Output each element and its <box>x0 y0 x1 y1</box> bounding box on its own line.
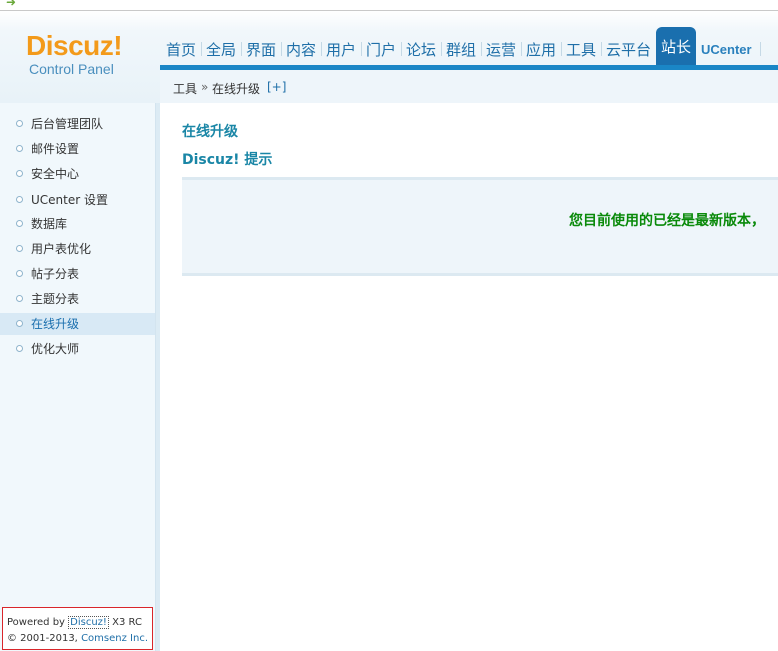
bullet-icon <box>16 120 23 127</box>
bullet-icon <box>16 245 23 252</box>
footer-version: X3 RC <box>112 617 142 628</box>
nav-divider <box>241 42 242 56</box>
sidebar-item-label: 优化大师 <box>31 342 80 356</box>
sidebar-item-optimizer[interactable]: 优化大师 <box>0 338 155 360</box>
bullet-icon <box>16 270 23 277</box>
sidebar-item-label: 数据库 <box>31 217 68 231</box>
nav-divider <box>361 42 362 56</box>
nav-divider <box>321 42 322 56</box>
nav-divider <box>601 42 602 56</box>
nav-operations[interactable]: 运营 <box>486 39 516 61</box>
bullet-icon <box>16 196 23 203</box>
arrow-icon: ➜ <box>6 0 17 9</box>
footer-product-link[interactable]: Discuz! <box>68 616 109 629</box>
footer-powered-line: Powered by Discuz! X3 RC <box>7 616 142 629</box>
sidebar-item-label: 安全中心 <box>31 167 80 181</box>
sidebar-item-security-center[interactable]: 安全中心 <box>0 163 155 185</box>
sidebar-item-label: UCenter 设置 <box>31 193 108 207</box>
nav-content[interactable]: 内容 <box>286 39 316 61</box>
sidebar-item-online-upgrade[interactable]: 在线升级 <box>0 313 155 335</box>
footer-copyright: © 2001-2013, <box>7 633 78 644</box>
breadcrumb: 工具 » 在线升级 [+] <box>160 70 778 104</box>
sidebar-item-post-split[interactable]: 帖子分表 <box>0 263 155 285</box>
page-title: 在线升级 <box>182 124 238 140</box>
bullet-icon <box>16 295 23 302</box>
logo-brand: Discuz! <box>26 30 123 61</box>
nav-divider <box>521 42 522 56</box>
nav-global[interactable]: 全局 <box>206 39 236 61</box>
bullet-icon <box>16 220 23 227</box>
footer-powered-by: Powered by <box>7 617 65 628</box>
sidebar-item-thread-split[interactable]: 主题分表 <box>0 288 155 310</box>
nav-groups[interactable]: 群组 <box>446 39 476 61</box>
nav-home[interactable]: 首页 <box>166 39 196 61</box>
nav-portal[interactable]: 门户 <box>366 39 396 61</box>
nav-ucenter[interactable]: UCenter <box>701 39 752 61</box>
bullet-icon <box>16 320 23 327</box>
nav-cloud[interactable]: 云平台 <box>606 39 651 61</box>
main-content: 在线升级 Discuz! 提示 您目前使用的已经是最新版本， <box>160 103 778 651</box>
logo-subtitle: Control Panel <box>29 61 114 77</box>
sidebar-item-label: 后台管理团队 <box>31 117 104 131</box>
nav-divider <box>481 42 482 56</box>
breadcrumb-parent[interactable]: 工具 <box>173 80 197 97</box>
logo[interactable]: Discuz! Control Panel <box>26 30 123 78</box>
nav-apps[interactable]: 应用 <box>526 39 556 61</box>
notice-title: Discuz! 提示 <box>182 152 273 168</box>
nav-divider <box>401 42 402 56</box>
nav-divider <box>281 42 282 56</box>
sidebar-item-label: 在线升级 <box>31 317 80 331</box>
bullet-icon <box>16 170 23 177</box>
sidebar-item-label: 用户表优化 <box>31 242 92 256</box>
footer-company-link[interactable]: Comsenz Inc. <box>81 633 148 644</box>
nav-divider <box>760 42 761 56</box>
sidebar-item-label: 主题分表 <box>31 292 80 306</box>
nav-interface[interactable]: 界面 <box>246 39 276 61</box>
nav-divider <box>201 42 202 56</box>
sidebar-item-label: 帖子分表 <box>31 267 80 281</box>
sidebar-item-database[interactable]: 数据库 <box>0 213 155 235</box>
notice-box: 您目前使用的已经是最新版本， <box>182 177 778 276</box>
sidebar-item-label: 邮件设置 <box>31 142 80 156</box>
breadcrumb-current: 在线升级 <box>212 82 261 96</box>
bullet-icon <box>16 145 23 152</box>
nav-forum[interactable]: 论坛 <box>406 39 436 61</box>
header: Discuz! Control Panel 首页 全局 界面 内容 用户 门户 … <box>0 11 778 104</box>
sidebar-item-user-table-optimize[interactable]: 用户表优化 <box>0 238 155 260</box>
bullet-icon <box>16 345 23 352</box>
sidebar-item-mail-settings[interactable]: 邮件设置 <box>0 138 155 160</box>
nav-divider <box>561 42 562 56</box>
nav-tools[interactable]: 工具 <box>566 39 596 61</box>
nav-users[interactable]: 用户 <box>326 39 356 61</box>
upgrade-status-message: 您目前使用的已经是最新版本， <box>569 213 765 229</box>
add-shortcut-button[interactable]: [+] <box>267 80 286 94</box>
footer-copyright-line: © 2001-2013, Comsenz Inc. <box>7 633 148 644</box>
breadcrumb-separator: » <box>201 80 209 94</box>
footer: Powered by Discuz! X3 RC © 2001-2013, Co… <box>2 607 153 650</box>
top-strip: ➜ <box>0 0 778 11</box>
sidebar-item-ucenter-settings[interactable]: UCenter 设置 <box>0 189 155 211</box>
nav-divider <box>441 42 442 56</box>
sidebar: 后台管理团队 邮件设置 安全中心 UCenter 设置 数据库 用户表优化 帖子… <box>0 103 156 651</box>
nav-webmaster[interactable]: 站长 <box>656 27 696 65</box>
sidebar-item-admin-team[interactable]: 后台管理团队 <box>0 113 155 135</box>
